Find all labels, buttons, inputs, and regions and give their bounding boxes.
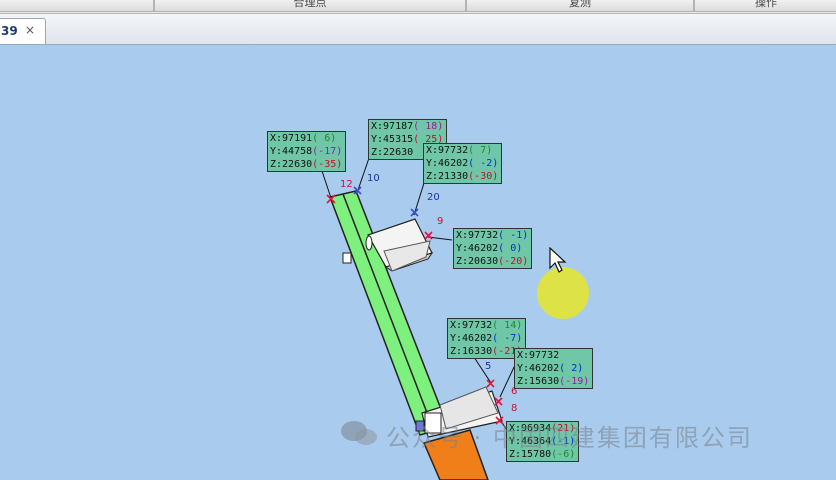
coord-box-9[interactable]: X:97732( -1) Y:46202( 0) Z:20630(-20)	[453, 228, 533, 269]
column-header-reasonable-point[interactable]: 合理点	[154, 0, 466, 12]
model-drawing	[321, 157, 516, 480]
column-header-remeasure[interactable]: 复测	[466, 0, 694, 12]
cursor-highlight	[537, 267, 589, 319]
coord-box-20[interactable]: X:97732( 7) Y:46202( -2) Z:21330(-30)	[423, 143, 503, 184]
table-header-strip: 合理点 复测 操作	[0, 0, 836, 14]
point-label-12: 12	[340, 179, 353, 190]
wechat-icon	[341, 421, 377, 445]
point-label-8: 8	[511, 403, 518, 414]
close-icon[interactable]: ×	[25, 23, 35, 37]
point-label-20: 20	[427, 192, 440, 203]
tab-label: 39	[1, 24, 18, 38]
coord-box-12[interactable]: X:97191( 6) Y:44758(-17) Z:22630(-35)	[267, 131, 347, 172]
column-header-operation[interactable]: 操作	[694, 0, 836, 12]
model-viewport[interactable]: 12 10 20 9 5 6 8 X:97191( 6) Y:44758(-17…	[0, 45, 836, 480]
point-label-9: 9	[437, 216, 444, 227]
point-label-10: 10	[367, 173, 380, 184]
tab-model[interactable]: 39 ×	[0, 18, 46, 44]
coord-box-6[interactable]: X:97732 Y:46202( 2) Z:15630(-19)	[514, 348, 594, 389]
mouse-pointer-icon	[549, 247, 567, 273]
column-header-0[interactable]	[0, 0, 154, 12]
point-label-5: 5	[485, 361, 492, 372]
tab-bar: 39 ×	[0, 14, 836, 45]
watermark-text: 公众号 · 中国四建集团有限公司	[386, 424, 753, 452]
